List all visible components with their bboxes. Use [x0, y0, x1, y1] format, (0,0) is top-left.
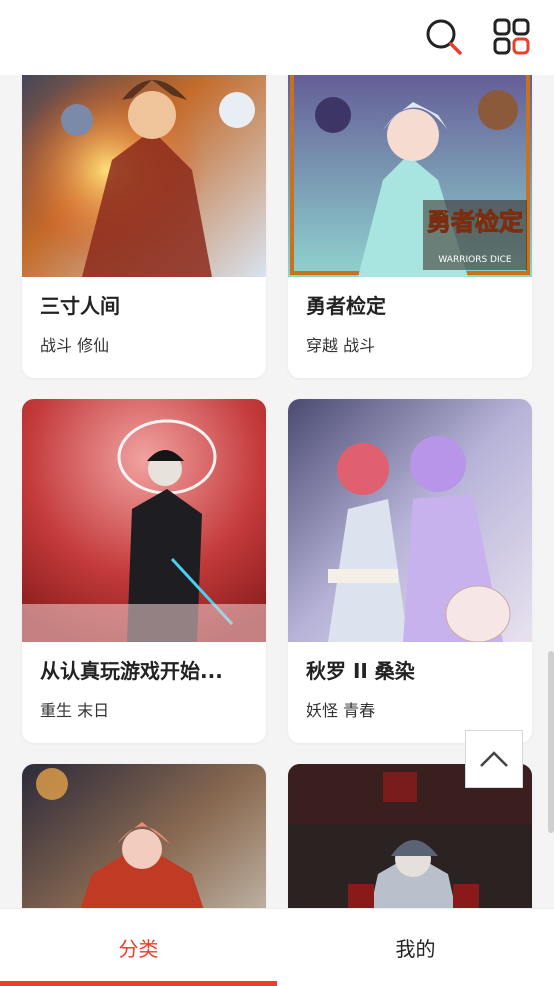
tab-category[interactable]: 分类: [0, 909, 277, 986]
active-tab-indicator: [0, 981, 277, 986]
comic-card[interactable]: 勇者检定 WARRIORS DICE 勇者检定 穿越 战斗: [288, 40, 532, 378]
comic-card[interactable]: 秋罗 II 桑染 妖怪 青春: [288, 399, 532, 743]
tab-mine[interactable]: 我的: [277, 909, 554, 986]
comic-tags: 战斗 修仙: [40, 336, 110, 355]
comic-title: 三寸人间: [40, 294, 120, 318]
comic-cover-image: [22, 40, 266, 277]
cover-logo: 勇者检定 WARRIORS DICE: [423, 200, 527, 270]
comic-tags: 妖怪 青春: [306, 701, 376, 720]
scrollbar[interactable]: [548, 651, 554, 833]
back-to-top-button[interactable]: [465, 730, 523, 788]
comic-tags: 重生 末日: [40, 701, 110, 720]
grid-menu-icon[interactable]: [492, 17, 532, 57]
comic-title: 从认真玩游戏开始...: [40, 659, 223, 683]
comic-cover-image: 勇者检定 WARRIORS DICE: [288, 40, 532, 277]
svg-text:勇者检定: 勇者检定: [427, 208, 523, 236]
search-icon[interactable]: [424, 17, 464, 57]
comic-cover-image: [288, 399, 532, 642]
comic-title: 勇者检定: [306, 294, 386, 318]
comic-tags: 穿越 战斗: [306, 336, 376, 355]
comic-card[interactable]: 从认真玩游戏开始... 重生 末日: [22, 399, 266, 743]
svg-text:WARRIORS DICE: WARRIORS DICE: [438, 255, 512, 265]
top-header: [0, 0, 554, 75]
bottom-tab-bar: 分类 我的: [0, 908, 554, 986]
comic-cover-image: [22, 399, 266, 642]
tab-label: 我的: [395, 937, 436, 961]
comic-title: 秋罗 II 桑染: [306, 659, 415, 683]
tab-label: 分类: [118, 937, 159, 961]
comic-card[interactable]: 三寸人间 战斗 修仙: [22, 40, 266, 378]
chevron-up-icon: [480, 751, 508, 767]
